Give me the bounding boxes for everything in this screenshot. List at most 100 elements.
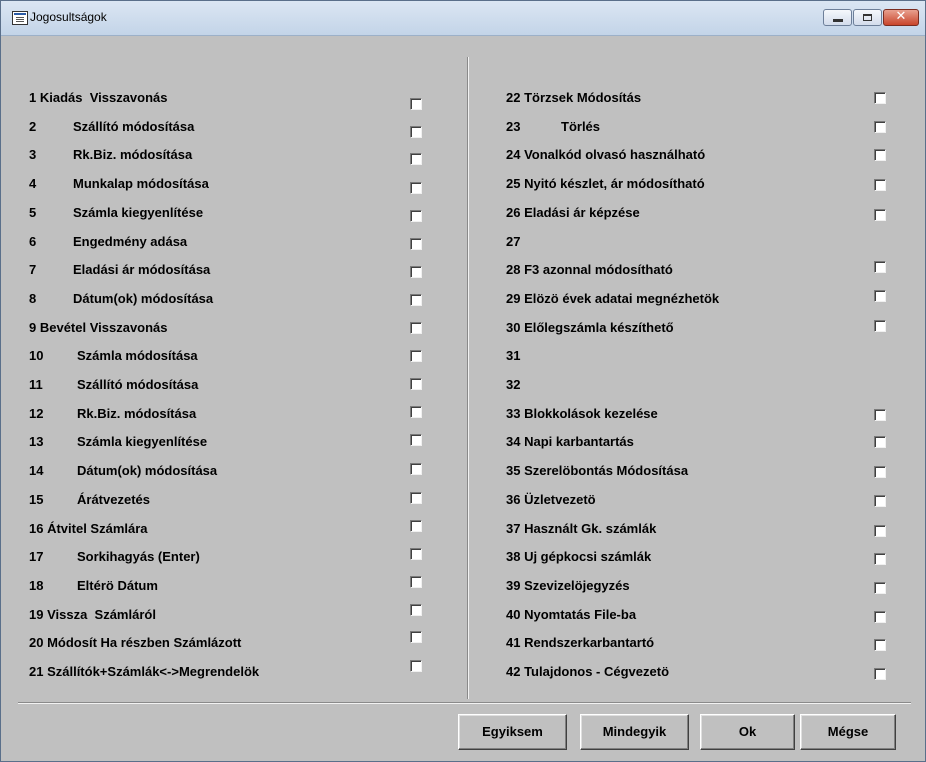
permission-checkbox[interactable] [874,149,886,161]
permission-checkbox[interactable] [874,290,886,302]
permission-checkbox[interactable] [410,520,422,532]
permission-label: 1 Kiadás Visszavonás [29,90,168,105]
select-all-button[interactable]: Mindegyik [580,714,689,750]
permission-checkbox[interactable] [410,660,422,672]
permission-label: Rk.Biz. módosítása [73,147,193,162]
permission-checkbox[interactable] [410,153,422,165]
permission-checkbox[interactable] [410,98,422,110]
permission-label: Dátum(ok) módosítása [73,291,214,306]
ok-button[interactable]: Ok [700,714,795,750]
permission-checkbox[interactable] [874,261,886,273]
close-icon: ✕ [895,9,907,24]
permission-checkbox[interactable] [410,126,422,138]
permission-checkbox[interactable] [874,320,886,332]
permission-label: 27 [506,234,521,249]
permission-checkbox[interactable] [410,322,422,334]
permission-checkbox[interactable] [410,378,422,390]
permission-label: 35 Szerelöbontás Módosítása [506,463,689,478]
permission-checkbox[interactable] [874,582,886,594]
permission-label: Munkalap módosítása [73,176,209,191]
permission-number: 3 [29,147,37,162]
permission-checkbox[interactable] [410,548,422,560]
permission-number: 23 [506,119,521,134]
permission-number: 2 [29,119,37,134]
permission-checkbox[interactable] [874,495,886,507]
permission-number: 5 [29,205,37,220]
permission-checkbox[interactable] [410,294,422,306]
permission-checkbox[interactable] [410,434,422,446]
select-none-button[interactable]: Egyiksem [458,714,567,750]
permission-label: 42 Tulajdonos - Cégvezetö [506,664,670,679]
permission-label: Engedmény adása [73,234,188,249]
minimize-button[interactable] [823,9,852,26]
permission-label: 28 F3 azonnal módosítható [506,262,673,277]
permission-checkbox[interactable] [410,350,422,362]
permission-number: 18 [29,578,44,593]
maximize-button[interactable] [853,9,882,26]
permission-checkbox[interactable] [874,409,886,421]
permission-checkbox[interactable] [410,266,422,278]
permission-label: 39 Szevizelöjegyzés [506,578,630,593]
permission-label: 19 Vissza Számláról [29,607,156,622]
permission-number: 10 [29,348,44,363]
permission-label: 16 Átvitel Számlára [29,521,148,536]
permission-label: 36 Üzletvezetö [506,492,596,507]
permission-label: Törlés [561,119,601,134]
permission-label: 30 Előlegszámla készíthető [506,320,674,335]
permission-label: 24 Vonalkód olvasó használható [506,147,706,162]
permission-number: 6 [29,234,37,249]
minimize-icon [833,19,843,22]
close-button[interactable]: ✕ [883,9,919,26]
permission-number: 11 [29,377,43,392]
permission-label: Szállító módosítása [73,119,195,134]
permission-checkbox[interactable] [410,631,422,643]
permission-number: 4 [29,176,37,191]
permission-label: Szállító módosítása [77,377,199,392]
permissions-dialog: Jogosultságok ✕ 1 Kiadás Visszavonás 2 Szá… [0,0,926,762]
permission-checkbox[interactable] [874,611,886,623]
permission-label: 38 Uj gépkocsi számlák [506,549,652,564]
permission-checkbox[interactable] [410,406,422,418]
permission-checkbox[interactable] [410,210,422,222]
permission-checkbox[interactable] [410,238,422,250]
permission-checkbox[interactable] [410,492,422,504]
permission-label: Számla módosítása [77,348,198,363]
permission-number: 15 [29,492,44,507]
cancel-button[interactable]: Mégse [800,714,896,750]
permission-label: 32 [506,377,521,392]
title-bar[interactable]: Jogosultságok ✕ [1,1,925,36]
permission-checkbox[interactable] [874,92,886,104]
permission-checkbox[interactable] [874,179,886,191]
permission-checkbox[interactable] [874,525,886,537]
maximize-icon [863,14,872,21]
column-divider [467,57,469,699]
button-divider [18,702,911,704]
permission-checkbox[interactable] [410,576,422,588]
permission-checkbox[interactable] [874,553,886,565]
permission-label: Eltérö Dátum [77,578,158,593]
permission-checkbox[interactable] [874,436,886,448]
permission-label: Sorkihagyás (Enter) [77,549,200,564]
permission-label: 33 Blokkolások kezelése [506,406,658,421]
permission-checkbox[interactable] [874,121,886,133]
permission-checkbox[interactable] [410,463,422,475]
permission-label: Számla kiegyenlítése [77,434,208,449]
permission-checkbox[interactable] [874,209,886,221]
permission-label: 37 Használt Gk. számlák [506,521,657,536]
permission-checkbox[interactable] [874,668,886,680]
app-icon [12,11,28,25]
permission-checkbox[interactable] [874,466,886,478]
permission-label: 9 Bevétel Visszavonás [29,320,168,335]
permission-label: Rk.Biz. módosítása [77,406,197,421]
permission-label: Számla kiegyenlítése [73,205,204,220]
permission-checkbox[interactable] [410,604,422,616]
permission-label: 40 Nyomtatás File-ba [506,607,637,622]
permission-number: 12 [29,406,44,421]
permission-label: 31 [506,348,521,363]
permission-label: 29 Elözö évek adatai megnézhetök [506,291,720,306]
permission-label: Árátvezetés [77,492,150,507]
permission-checkbox[interactable] [410,182,422,194]
permission-checkbox[interactable] [874,639,886,651]
permission-number: 7 [29,262,37,277]
permission-label: 22 Törzsek Módosítás [506,90,642,105]
